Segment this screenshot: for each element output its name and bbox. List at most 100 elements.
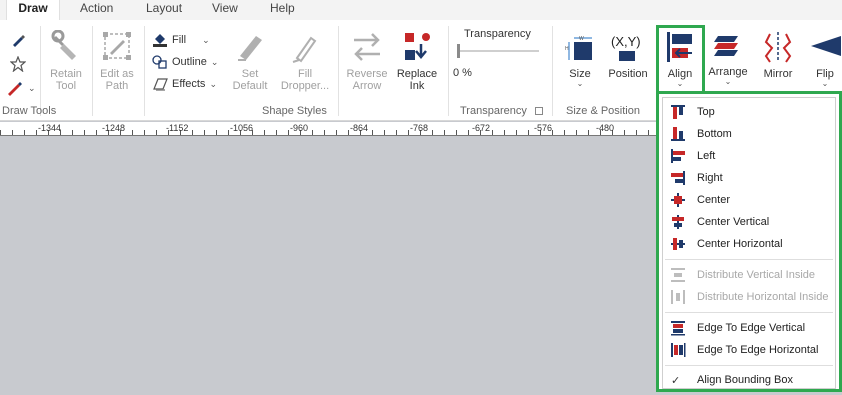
menu-item-align-bounding-box[interactable]: ✓ Align Bounding Box: [663, 369, 835, 391]
menu-item-edge-to-edge-vertical[interactable]: Edge To Edge Vertical: [663, 317, 835, 339]
position-button[interactable]: (X,Y) Position: [606, 32, 650, 80]
retain-tool-label-1: Retain: [50, 68, 82, 80]
menu-item-label: Center: [697, 194, 731, 206]
ruler-label: -864: [350, 123, 369, 133]
tab-help[interactable]: Help: [270, 0, 295, 20]
fill-dropdown[interactable]: Fill ⌄: [152, 31, 210, 49]
edit-path-icon: [103, 32, 131, 60]
align-left-icon: [669, 147, 687, 165]
menu-item-align-top[interactable]: Top: [663, 101, 835, 123]
outline-label: Outline: [172, 56, 207, 68]
svg-text:H: H: [565, 46, 569, 52]
group-label-size-position: Size & Position: [566, 105, 640, 117]
ribbon-tab-bar: Draw Action Layout View Help: [0, 0, 842, 20]
align-top-icon: [669, 103, 687, 121]
reverse-arrow-button[interactable]: Reverse Arrow: [344, 30, 390, 92]
distribute-vertical-icon: [669, 266, 687, 284]
edit-as-path-button[interactable]: Edit as Path: [96, 30, 138, 92]
chevron-down-icon: ⌄: [202, 34, 210, 45]
ruler-label: -1152: [166, 123, 189, 133]
retain-tool-button[interactable]: Retain Tool: [46, 30, 86, 92]
reverse-arrow-icon: [354, 33, 380, 61]
ruler-label: -576: [534, 123, 553, 133]
menu-item-label: Edge To Edge Horizontal: [697, 344, 819, 356]
flip-icon: [811, 36, 841, 56]
distribute-horizontal-icon: [669, 288, 687, 306]
chevron-down-icon: ⌄: [210, 56, 219, 67]
set-default-icon: [238, 36, 262, 61]
menu-item-label: Center Horizontal: [697, 238, 783, 250]
outline-dropdown[interactable]: Outline ⌄: [152, 53, 218, 71]
align-right-icon: [669, 169, 687, 187]
retain-tool-label-2: Tool: [55, 80, 77, 92]
arrange-layers-icon: [714, 36, 738, 56]
effects-label: Effects: [172, 78, 206, 90]
chevron-down-icon: ⌄: [724, 77, 732, 86]
effects-icon: [153, 78, 168, 91]
menu-item-edge-to-edge-horizontal[interactable]: Edge To Edge Horizontal: [663, 339, 835, 361]
group-label-draw-tools: Draw Tools: [2, 105, 57, 117]
mirror-button[interactable]: Mirror: [758, 30, 798, 80]
menu-item-label: Center Vertical: [697, 216, 770, 228]
group-label-shape-styles: Shape Styles: [262, 105, 327, 117]
menu-item-label: Edge To Edge Vertical: [697, 322, 806, 334]
menu-item-distribute-vertical-inside[interactable]: Distribute Vertical Inside: [663, 264, 835, 286]
fill-label: Fill: [172, 34, 187, 46]
ink-pen-icon: [8, 82, 22, 96]
transparency-slider[interactable]: [457, 44, 539, 58]
menu-item-align-center[interactable]: Center: [663, 189, 835, 211]
pen-tool-icon[interactable]: [10, 32, 26, 51]
menu-item-align-bottom[interactable]: Bottom: [663, 123, 835, 145]
arrange-button[interactable]: Arrange ⌄: [706, 30, 750, 86]
chevron-down-icon: ⌄: [576, 79, 584, 88]
menu-item-label: Distribute Vertical Inside: [697, 269, 815, 281]
star-shape-icon[interactable]: [9, 55, 27, 75]
menu-item-label: Left: [697, 150, 716, 162]
fill-dropper-button[interactable]: Fill Dropper...: [280, 30, 330, 92]
menu-item-align-center-vertical[interactable]: Center Vertical: [663, 211, 835, 233]
ruler-label: -672: [472, 123, 491, 133]
tab-layout[interactable]: Layout: [146, 0, 182, 20]
divider: [552, 26, 553, 116]
dropper-icon: [292, 36, 317, 63]
slider-thumb[interactable]: [457, 44, 460, 58]
tab-view[interactable]: View: [212, 0, 238, 20]
replace-ink-label-1: Replace: [396, 68, 438, 80]
size-button[interactable]: WH Size ⌄: [562, 34, 598, 88]
align-center-vertical-icon: [669, 213, 687, 231]
tab-draw[interactable]: Draw: [6, 0, 60, 20]
replace-ink-button[interactable]: Replace Ink: [396, 30, 438, 92]
menu-item-label: Right: [697, 172, 723, 184]
edit-as-path-label-1: Edit as: [100, 68, 134, 80]
flip-button[interactable]: Flip ⌄: [808, 30, 842, 88]
position-label: Position: [608, 68, 648, 80]
ruler-label: -1344: [38, 123, 62, 133]
svg-text:(X,Y): (X,Y): [611, 34, 641, 49]
outline-icon: [152, 55, 167, 69]
group-label-transparency: Transparency: [460, 105, 527, 117]
ruler-label: -960: [290, 123, 309, 133]
ink-pen-dropdown[interactable]: ⌄: [6, 80, 36, 96]
menu-item-align-center-horizontal[interactable]: Center Horizontal: [663, 233, 835, 255]
menu-item-distribute-horizontal-inside[interactable]: Distribute Horizontal Inside: [663, 286, 835, 308]
position-xy-icon: (X,Y): [611, 34, 641, 61]
replace-ink-icon: [405, 33, 430, 60]
set-default-button[interactable]: Set Default: [230, 30, 270, 92]
edge-to-edge-vertical-icon: [669, 319, 687, 337]
menu-item-label: Distribute Horizontal Inside: [697, 291, 829, 303]
effects-dropdown[interactable]: Effects ⌄: [152, 75, 217, 93]
divider: [448, 26, 449, 116]
reverse-arrow-label-1: Reverse: [346, 68, 388, 80]
divider: [338, 26, 339, 116]
menu-item-align-left[interactable]: Left: [663, 145, 835, 167]
size-icon: WH: [565, 36, 592, 60]
ruler-label: -1056: [230, 123, 254, 133]
dialog-launcher-icon[interactable]: [535, 107, 543, 115]
align-menu-panel: Top Bottom Left Right Center Center Vert…: [662, 97, 836, 389]
chevron-down-icon: ⌄: [209, 78, 217, 89]
align-dropdown-menu: Top Bottom Left Right Center Center Vert…: [656, 91, 842, 392]
menu-item-align-right[interactable]: Right: [663, 167, 835, 189]
divider: [40, 26, 41, 116]
tab-action[interactable]: Action: [80, 0, 113, 20]
edge-to-edge-horizontal-icon: [669, 341, 687, 359]
